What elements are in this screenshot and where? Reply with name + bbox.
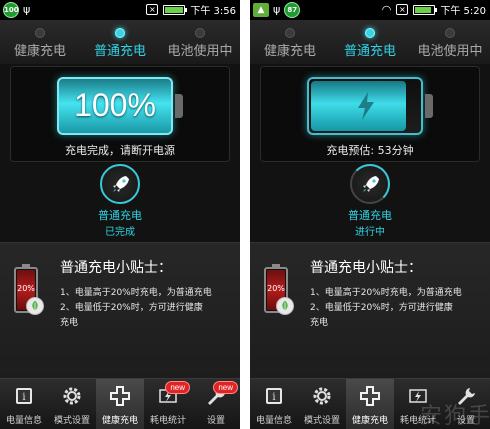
tab-label: 健康充电 (263, 44, 316, 59)
tab-healthy-charge[interactable]: 健康充电 (250, 20, 330, 64)
battery-panel: 充电预估: 53分钟 (260, 66, 480, 162)
nav-label: 健康充电 (351, 416, 388, 426)
phone-screen-right: ▲ ψ 87 ◠ × 下午 5:20 健康充电 普通充电 电池使用中 充电预估:… (250, 0, 490, 429)
gear-icon (63, 387, 81, 405)
tab-label: 普通充电 (93, 44, 146, 59)
plus-icon (360, 386, 380, 406)
current-mode-button[interactable] (350, 164, 390, 204)
battery-graphic: 100% (57, 77, 173, 135)
mode-indicator-dot (35, 28, 45, 38)
nav-label: 耗电统计 (149, 416, 186, 426)
tab-battery-in-use[interactable]: 电池使用中 (410, 20, 490, 64)
info-icon: i (266, 388, 282, 404)
battery-cap (425, 94, 433, 118)
battery-percent-badge: 100 (3, 2, 19, 18)
status-bar: ▲ ψ 87 ◠ × 下午 5:20 (250, 0, 490, 20)
tab-normal-charge[interactable]: 普通充电 (80, 20, 160, 64)
nav-healthy-charge[interactable]: 健康充电 (96, 379, 144, 429)
nav-label: 健康充电 (101, 416, 138, 426)
nav-label: 模式设置 (53, 416, 90, 426)
bottom-nav: i 电量信息 模式设置 健康充电 耗电统计 new 设置 new (0, 378, 240, 429)
low-battery-label: 20% (17, 284, 35, 293)
nav-label: 电量信息 (5, 416, 42, 426)
tab-label: 电池使用中 (167, 44, 233, 59)
tip-line: 2、电量低于20%时，方可进行健康 (60, 303, 203, 313)
tab-label: 健康充电 (13, 44, 66, 59)
charge-status-text: 充电完成，请断开电源 (65, 144, 175, 157)
phone-screen-left: 100 ψ × 下午 3:56 健康充电 普通充电 电池使用中 100% 充电完… (0, 0, 240, 429)
tips-title: 普通充电小贴士： (60, 260, 172, 276)
lightning-bolt-icon (358, 92, 374, 120)
current-mode-area: 普通充电 已完成 (0, 164, 240, 238)
mode-indicator-dot (115, 28, 125, 38)
current-mode-name: 普通充电 (348, 209, 392, 222)
status-battery-icon (413, 4, 438, 15)
battery-percent-text: 100% (74, 87, 156, 123)
battery-cap (175, 94, 183, 118)
leaf-icon (276, 297, 294, 315)
tab-battery-in-use[interactable]: 电池使用中 (160, 20, 240, 64)
mode-indicator-dot (195, 28, 205, 38)
gear-icon (313, 387, 331, 405)
new-badge: new (165, 381, 190, 394)
nav-mode-settings[interactable]: 模式设置 (298, 379, 346, 429)
tips-section: 20% 普通充电小贴士： 1、电量高于20%时充电，为普通充电 2、电量低于20… (0, 242, 240, 378)
mode-indicator-dot (365, 28, 375, 38)
leaf-icon (26, 297, 44, 315)
no-signal-icon: × (396, 4, 409, 15)
tab-label: 普通充电 (343, 44, 396, 59)
charge-status-text: 充电预估: 53分钟 (326, 144, 414, 157)
charge-mode-tabs: 健康充电 普通充电 电池使用中 (250, 20, 490, 64)
battery-panel: 100% 充电完成，请断开电源 (10, 66, 230, 162)
nav-power-stats[interactable]: 耗电统计 new (144, 379, 192, 429)
nav-label: 电量信息 (255, 416, 292, 426)
tip-line: 充电 (60, 318, 79, 328)
nav-mode-settings[interactable]: 模式设置 (48, 379, 96, 429)
nav-settings[interactable]: 设置 new (192, 379, 240, 429)
watermark: 安狗手机 (420, 404, 490, 429)
tips-title: 普通充电小贴士： (310, 260, 422, 276)
rocket-icon (363, 176, 379, 192)
svg-text:i: i (272, 392, 275, 403)
mode-indicator-dot (445, 28, 455, 38)
nav-battery-info[interactable]: i 电量信息 (250, 379, 298, 429)
charge-mode-tabs: 健康充电 普通充电 电池使用中 (0, 20, 240, 64)
usb-icon: ψ (23, 3, 31, 16)
current-mode-button[interactable] (100, 164, 140, 204)
current-mode-area: 普通充电 进行中 (250, 164, 490, 238)
status-time: 下午 5:20 (440, 6, 486, 17)
rocket-icon (113, 176, 129, 192)
svg-text:i: i (22, 392, 25, 403)
nav-label: 模式设置 (303, 416, 340, 426)
status-time: 下午 3:56 (190, 6, 236, 17)
no-signal-icon: × (146, 4, 159, 15)
notification-icon: ▲ (253, 3, 269, 17)
nav-healthy-charge[interactable]: 健康充电 (346, 379, 394, 429)
tab-healthy-charge[interactable]: 健康充电 (0, 20, 80, 64)
tip-line: 1、电量高于20%时充电，为普通充电 (60, 288, 212, 298)
status-battery-icon (163, 4, 188, 15)
new-badge: new (213, 381, 238, 394)
tip-line: 2、电量低于20%时，方可进行健康 (310, 303, 453, 313)
tip-line: 充电 (310, 318, 329, 328)
tips-section: 20% 普通充电小贴士： 1、电量高于20%时充电，为普通充电 2、电量低于20… (250, 242, 490, 378)
battery-graphic (307, 77, 423, 135)
current-mode-state: 已完成 (105, 227, 135, 238)
info-icon: i (16, 388, 32, 404)
tab-label: 电池使用中 (417, 44, 483, 59)
usb-icon: ψ (273, 3, 281, 16)
mode-indicator-dot (285, 28, 295, 38)
wifi-icon: ◠ (381, 2, 392, 16)
nav-battery-info[interactable]: i 电量信息 (0, 379, 48, 429)
nav-label: 设置 (206, 416, 225, 426)
low-battery-label: 20% (267, 284, 285, 293)
battery-percent-badge: 87 (284, 2, 301, 18)
current-mode-name: 普通充电 (98, 209, 142, 222)
tab-normal-charge[interactable]: 普通充电 (330, 20, 410, 64)
status-bar: 100 ψ × 下午 3:56 (0, 0, 240, 20)
plus-icon (110, 386, 130, 406)
current-mode-state: 进行中 (355, 227, 385, 238)
tip-line: 1、电量高于20%时充电，为普通充电 (310, 288, 462, 298)
